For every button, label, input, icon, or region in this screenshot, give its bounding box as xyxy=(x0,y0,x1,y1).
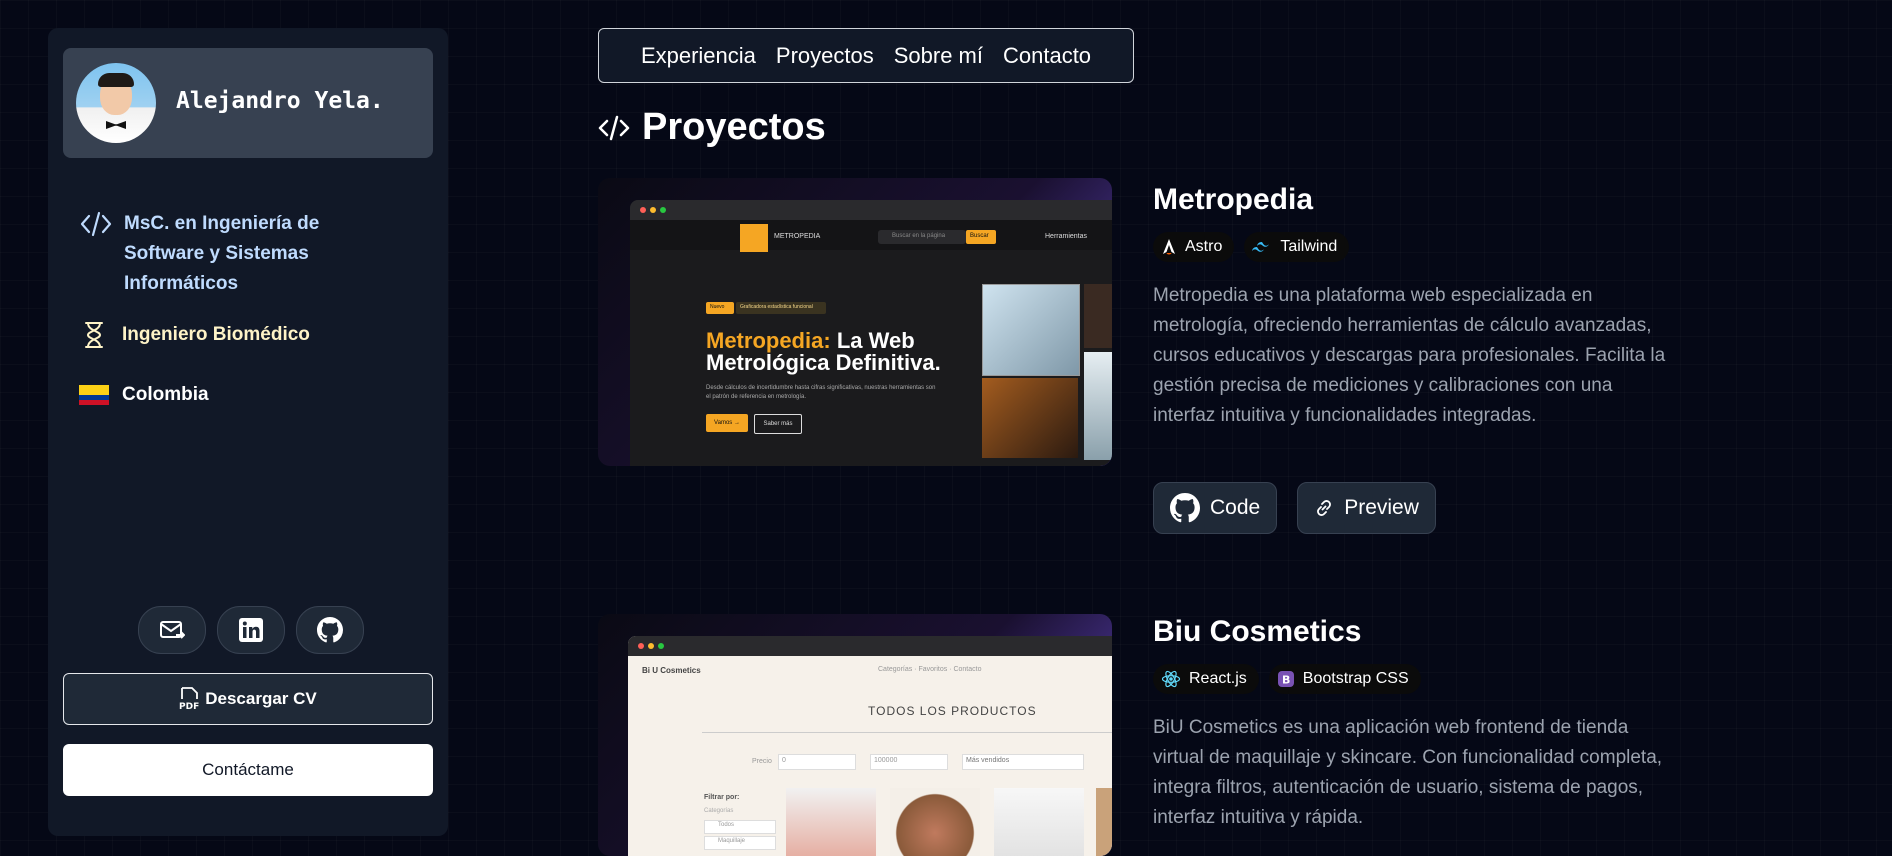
biu-sort: Más vendidos xyxy=(966,757,1010,764)
country-text: Colombia xyxy=(122,384,209,405)
linkedin-button[interactable] xyxy=(217,606,285,654)
github-icon xyxy=(1170,493,1200,523)
code-button-label: Code xyxy=(1210,496,1261,519)
link-icon xyxy=(1317,500,1332,516)
tag-react-label: React.js xyxy=(1189,670,1247,687)
biu-price-min: 0 xyxy=(782,757,786,764)
degree-text: MsC. en Ingeniería de Software y Sistema… xyxy=(124,213,320,294)
code-button[interactable]: Code xyxy=(1153,482,1278,534)
biu-price-label: Precio xyxy=(752,758,772,765)
country-row: Colombia xyxy=(76,380,209,410)
mp-tag1: Nuevo xyxy=(710,304,725,310)
tag-tailwind-label: Tailwind xyxy=(1280,238,1338,255)
nav-experiencia[interactable]: Experiencia xyxy=(641,43,756,69)
biu-cat2: Maquillaje xyxy=(718,838,746,844)
biu-filter-title: Filtrar por: xyxy=(704,794,740,801)
mail-icon xyxy=(160,621,185,639)
project-description-biu-cosmetics: BiU Cosmetics es una aplicación web fron… xyxy=(1153,717,1663,828)
project-description-metropedia: Metropedia es una plataforma web especia… xyxy=(1153,285,1666,426)
project-image-metropedia[interactable]: METROPEDIA Buscar en la página Buscar He… xyxy=(598,178,1112,466)
colombia-flag-icon xyxy=(76,380,112,405)
tag-astro: Astro xyxy=(1153,232,1235,262)
biu-heading: TODOS LOS PRODUCTOS xyxy=(868,704,1037,718)
section-title: Proyectos xyxy=(642,106,826,148)
linkedin-icon xyxy=(239,618,263,642)
github-icon xyxy=(317,617,343,643)
biu-nav: Categorías · Favoritos · Contacto xyxy=(878,666,982,673)
biu-categories: Categorías xyxy=(704,808,734,814)
project-tags-metropedia: Astro Tailwind xyxy=(1153,232,1350,262)
mp-search: Buscar en la página xyxy=(892,233,946,239)
tag-astro-label: Astro xyxy=(1185,238,1223,255)
code-icon xyxy=(78,209,114,239)
title-text: Ingeniero Biomédico xyxy=(122,324,310,345)
mp-btn1: Vamos → xyxy=(706,414,748,432)
pdf-icon: PDF xyxy=(179,687,199,711)
contact-button[interactable]: Contáctame xyxy=(63,744,433,796)
download-cv-label: Descargar CV xyxy=(205,689,317,708)
project-title-biu-cosmetics: Biu Cosmetics xyxy=(1153,615,1362,648)
mp-brand: METROPEDIA xyxy=(774,233,821,240)
svg-text:B: B xyxy=(1282,674,1290,687)
mp-sub: Desde cálculos de incertidumbre hasta ci… xyxy=(706,385,936,400)
tag-react: React.js xyxy=(1153,664,1259,694)
mp-btn2: Saber más xyxy=(754,414,802,434)
nav-contacto[interactable]: Contacto xyxy=(1003,43,1091,69)
preview-button[interactable]: Preview xyxy=(1297,482,1436,534)
section-header: Proyectos xyxy=(598,106,826,149)
degree-row: MsC. en Ingeniería de Software y Sistema… xyxy=(78,209,364,299)
preview-button-label: Preview xyxy=(1344,496,1419,519)
mp-tag2: Graficadora estadística funcional xyxy=(740,304,813,310)
mp-search-btn: Buscar xyxy=(970,233,989,239)
sidebar: Alejandro Yela. MsC. en Ingeniería de So… xyxy=(48,28,448,836)
code-icon xyxy=(598,115,630,140)
project-title-metropedia: Metropedia xyxy=(1153,183,1314,216)
social-links xyxy=(138,606,364,654)
tag-bootstrap: B Bootstrap CSS xyxy=(1268,664,1421,694)
avatar xyxy=(76,63,156,143)
nav-proyectos[interactable]: Proyectos xyxy=(776,43,874,69)
tailwind-icon xyxy=(1252,242,1270,252)
biu-screenshot: Bi U Cosmetics Categorías · Favoritos · … xyxy=(628,636,1112,856)
profile-name: Alejandro Yela. xyxy=(176,88,384,114)
biu-price-max: 100000 xyxy=(874,757,898,764)
nav-sobre-mi[interactable]: Sobre mí xyxy=(894,43,983,69)
project-image-biu-cosmetics[interactable]: Bi U Cosmetics Categorías · Favoritos · … xyxy=(598,614,1112,856)
bootstrap-icon: B xyxy=(1277,671,1294,687)
tag-tailwind: Tailwind xyxy=(1244,232,1350,262)
project-tags-biu-cosmetics: React.js B Bootstrap CSS xyxy=(1153,664,1421,694)
svg-text:PDF: PDF xyxy=(179,702,199,711)
github-button[interactable] xyxy=(296,606,364,654)
astro-icon xyxy=(1163,239,1175,255)
profile-card: Alejandro Yela. xyxy=(63,48,433,158)
mp-menu: Herramientas xyxy=(1045,233,1088,240)
download-cv-button[interactable]: PDF Descargar CV xyxy=(63,673,433,725)
react-icon xyxy=(1161,670,1181,688)
title-row: Ingeniero Biomédico xyxy=(76,320,310,350)
project-buttons-metropedia: Code Preview xyxy=(1153,482,1436,534)
email-button[interactable] xyxy=(138,606,206,654)
hourglass-icon xyxy=(76,320,112,350)
top-nav: Experiencia Proyectos Sobre mí Contacto xyxy=(598,28,1134,83)
biu-brand: Bi U Cosmetics xyxy=(642,666,701,675)
metropedia-screenshot: METROPEDIA Buscar en la página Buscar He… xyxy=(630,200,1112,466)
biu-cat1: Todos xyxy=(718,822,735,828)
tag-bootstrap-label: Bootstrap CSS xyxy=(1302,670,1409,687)
